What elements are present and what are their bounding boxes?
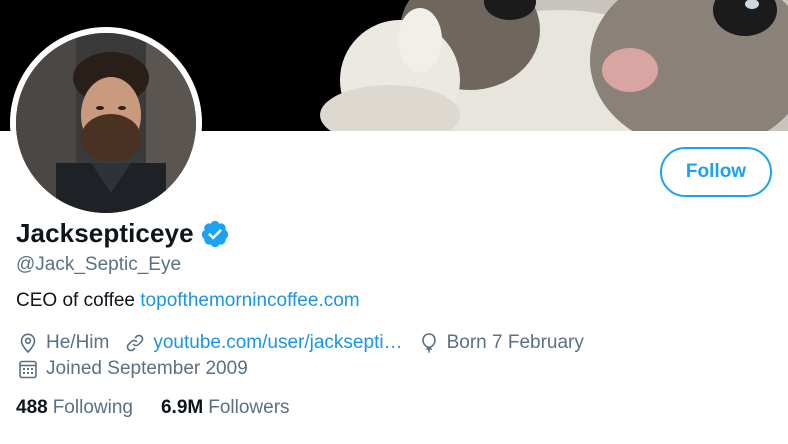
following-count: 488 [16, 397, 48, 418]
following-link[interactable]: 488 Following [16, 397, 133, 419]
website-link[interactable]: youtube.com/user/jacksepti… [153, 332, 402, 354]
follow-button[interactable]: Follow [660, 147, 772, 197]
pronouns-item: He/Him [16, 331, 109, 355]
bio-text: CEO of coffee [16, 290, 135, 311]
bio-link[interactable]: topofthemornincoffee.com [140, 290, 359, 311]
profile-bio: CEO of coffee topofthemornincoffee.com [16, 290, 360, 312]
follow-counts: 488 Following 6.9M Followers [16, 397, 318, 419]
joined-text: Joined September 2009 [46, 358, 248, 379]
following-label: Following [52, 397, 133, 418]
profile-avatar[interactable] [10, 27, 202, 219]
verified-badge-icon [201, 220, 228, 247]
pronouns-text: He/Him [46, 332, 110, 353]
avatar-image [16, 33, 196, 213]
profile-handle: @Jack_Septic_Eye [16, 254, 182, 275]
followers-count: 6.9M [160, 397, 204, 418]
website-item[interactable]: youtube.com/user/jacksepti… [123, 331, 403, 355]
name-row: Jacksepticeye [16, 218, 230, 249]
birthday-text: Born 7 February [446, 332, 584, 353]
link-icon [127, 334, 144, 352]
profile-meta-row: He/Him youtube.com/user/jacksepti… Born … [16, 331, 598, 355]
followers-label: Followers [208, 397, 290, 418]
calendar-icon [19, 360, 37, 379]
balloon-icon [421, 333, 436, 353]
profile-meta-row-2: Joined September 2009 [16, 357, 262, 381]
location-pin-icon [20, 333, 36, 354]
birthday-item: Born 7 February [417, 331, 584, 355]
joined-item: Joined September 2009 [16, 357, 248, 381]
followers-link[interactable]: 6.9M Followers [161, 397, 290, 419]
display-name: Jacksepticeye [16, 218, 194, 248]
